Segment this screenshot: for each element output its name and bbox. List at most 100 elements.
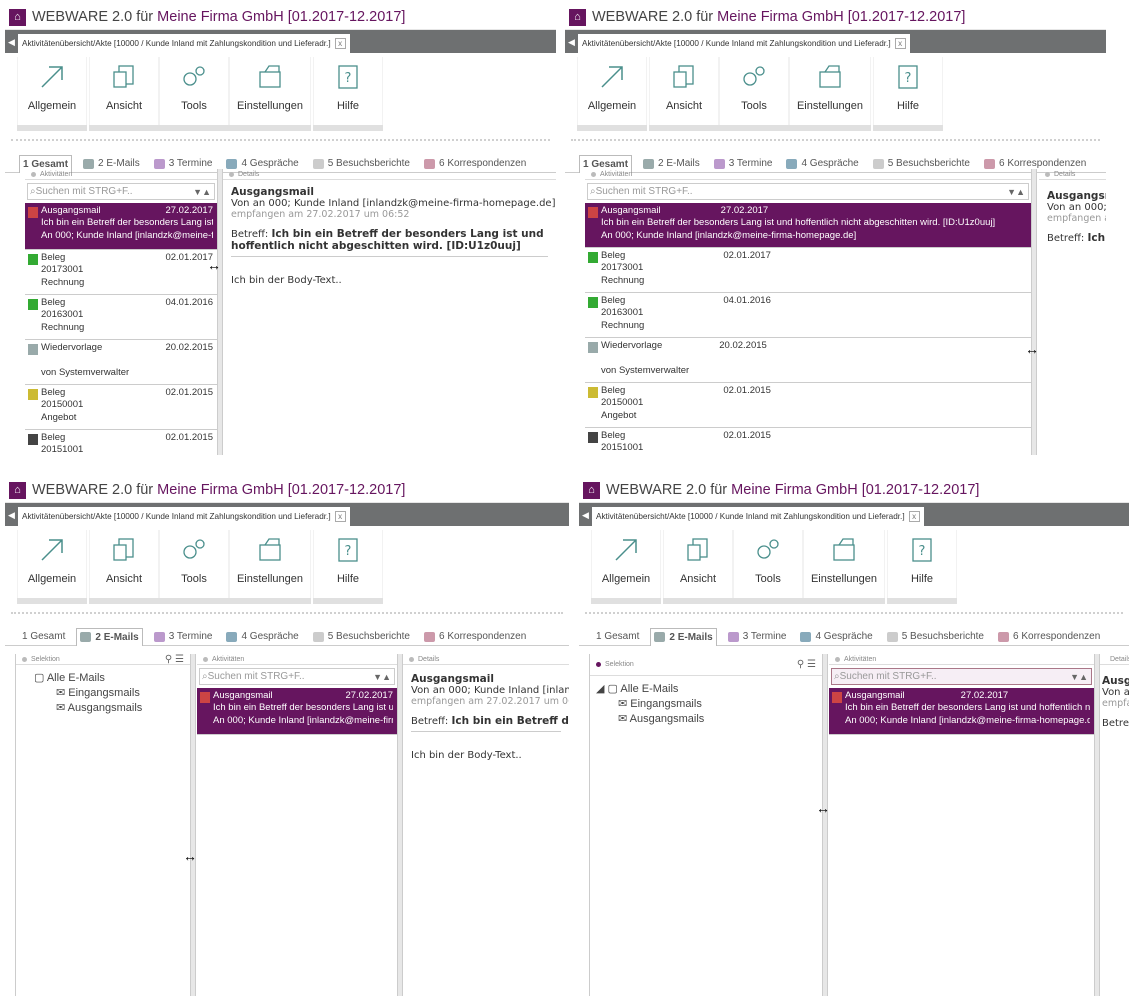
tab-besuchsberichte[interactable]: 5 Besuchsberichte [310,628,413,646]
splitter[interactable] [1031,169,1037,455]
close-icon[interactable]: x [334,38,346,49]
tab-korrespondenzen[interactable]: 6 Korrespondenzen [421,628,529,646]
tree-item-outbox[interactable]: ✉ Ausgangsmails [596,712,822,727]
window-title: WEBWARE 2.0 für Meine Firma GmbH [01.201… [32,9,406,25]
list-item[interactable]: Beleg 02.01.2015 20150001 Angebot [25,385,217,430]
ansicht-button[interactable]: Ansicht [664,530,732,598]
tools-button[interactable]: Tools [720,57,788,125]
calendar-icon [153,631,165,642]
allgemein-button[interactable]: Allgemein [18,57,86,125]
tools-label: Tools [741,100,767,112]
mail-tree: ◢ ▢ Alle E-Mails ✉ Eingangsmails ✉ Ausga… [590,676,822,727]
tab-termine[interactable]: 3 Termine [725,628,790,646]
tab-gesamt[interactable]: 1 Gesamt [19,628,68,646]
search-input[interactable]: ⌕ Suchen mit STRG+F.. ▼▲ [587,183,1029,200]
allgemein-button[interactable]: Allgemein [18,530,86,598]
hilfe-button[interactable]: ? Hilfe [314,530,382,598]
home-icon[interactable]: ⌂ [569,8,586,26]
tab-emails[interactable]: 2 E-Mails [76,627,143,646]
einstellungen-button[interactable]: Einstellungen [804,530,884,598]
list-item[interactable]: Ausgangsmail 27.02.2017 Ich bin ein Betre… [585,203,1031,248]
handshake-icon [226,158,238,169]
einstellungen-button[interactable]: Einstellungen [230,57,310,125]
tools-button[interactable]: Tools [160,57,228,125]
filter-tabs: 1 Gesamt 2 E-Mails 3 Termine 4 Gespräche… [579,627,1129,646]
allgemein-button[interactable]: Allgemein [592,530,660,598]
tab-emails[interactable]: 2 E-Mails [650,627,717,646]
document-tab[interactable]: Aktivitätenübersicht/Akte [10000 / Kunde… [578,34,910,53]
list-item[interactable]: Ausgangsmail 27.02.2017 Ich bin ein Betre… [25,203,217,250]
ansicht-button[interactable]: Ansicht [90,57,158,125]
email-icon [643,158,655,169]
list-item[interactable]: Beleg 02.01.2015 20151001 [25,430,217,455]
document-tab[interactable]: Aktivitätenübersicht/Akte [10000 / Kunde… [592,507,924,526]
einstellungen-button[interactable]: Einstellungen [790,57,870,125]
tab-korrespondenzen[interactable]: 6 Korrespondenzen [995,628,1103,646]
tree-item-outbox[interactable]: ✉ Ausgangsmails [34,701,190,716]
tools-button[interactable]: Tools [160,530,228,598]
detail-from: Von an 000; Kunde Inland [inlandzk@meine… [1047,202,1106,213]
arrow-up-right-icon [601,66,623,88]
tab-scroll-left-icon[interactable]: ◀ [8,505,18,526]
ansicht-label: Ansicht [679,573,717,585]
selection-tools-icon[interactable]: ⚲ ☰ [797,659,816,670]
allgemein-button[interactable]: Allgemein [578,57,646,125]
list-item[interactable]: Ausgangsmail 27.02.2017 Ich bin ein Betre… [197,688,397,735]
hilfe-label: Hilfe [896,100,919,112]
list-item[interactable]: Beleg 02.01.2017 20173001 Rechnung [585,248,1031,293]
tab-scroll-left-icon[interactable]: ◀ [568,32,578,53]
document-tab[interactable]: Aktivitätenübersicht/Akte [10000 / Kunde… [18,34,350,53]
tree-item-inbox[interactable]: ✉ Eingangsmails [596,697,822,712]
filter-tabs: 1 Gesamt 2 E-Mails 3 Termine 4 Gespräche… [5,627,569,646]
gears-icon [183,539,205,559]
hilfe-button[interactable]: ? Hilfe [874,57,942,125]
tree-item-inbox[interactable]: ✉ Eingangsmails [34,686,190,701]
list-item[interactable]: Beleg 02.01.2017 20173001 Rechnung [25,250,217,295]
hilfe-button[interactable]: ? Hilfe [314,57,382,125]
home-icon[interactable]: ⌂ [9,8,26,26]
home-icon[interactable]: ⌂ [583,481,600,499]
tab-termine[interactable]: 3 Termine [151,628,216,646]
list-item[interactable]: Wiedervorlage 20.02.2015 von Systemverwal… [25,340,217,385]
tab-scroll-left-icon[interactable]: ◀ [8,32,18,53]
search-input[interactable]: ⌕ Suchen mit STRG+F.. ▼▲ [27,183,215,200]
home-icon[interactable]: ⌂ [9,481,26,499]
letters-icon [998,631,1009,642]
list-item[interactable]: Beleg 04.01.2016 20163001 Rechnung [25,295,217,340]
tree-item-all[interactable]: ▢ Alle E-Mails [34,671,190,686]
splitter[interactable] [190,654,196,996]
document-tab[interactable]: Aktivitätenübersicht/Akte [10000 / Kunde… [18,507,350,526]
list-item[interactable]: Wiedervorlage 20.02.2015 von Systemverwalt… [585,338,1031,383]
svg-text:?: ? [919,544,926,559]
tab-gesamt[interactable]: 1 Gesamt [593,628,642,646]
tab-gespraeche[interactable]: 4 Gespräche [223,628,301,646]
tab-gespraeche[interactable]: 4 Gespräche [797,628,875,646]
allgemein-label: Allgemein [27,573,77,585]
tools-button[interactable]: Tools [734,530,802,598]
sort-icon[interactable]: ▼▲ [193,187,214,197]
tab-besuchsberichte[interactable]: 5 Besuchsberichte [884,628,987,646]
ansicht-button[interactable]: Ansicht [650,57,718,125]
list-item[interactable]: Beleg 02.01.2015 20150001 Angebot [585,383,1031,428]
list-item[interactable]: Ausgangsmail 27.02.2017 Ich bin ein Betre… [829,688,1094,735]
search-input[interactable]: ⌕ Suchen mit STRG+F.. ▼▲ [199,668,395,685]
email-icon [83,158,95,169]
close-icon[interactable]: x [334,511,346,522]
close-icon[interactable]: x [894,38,906,49]
splitter[interactable] [822,654,828,996]
tab-scroll-left-icon[interactable]: ◀ [582,505,592,526]
detail-subject: Ausgangsmail [1047,190,1106,202]
list-item[interactable]: Beleg 02.01.2015 20151001 [585,428,1031,455]
sort-icon[interactable]: ▼▲ [1007,187,1028,197]
sort-icon[interactable]: ▼▲ [1070,672,1091,682]
list-item[interactable]: Beleg 04.01.2016 20163001 Rechnung [585,293,1031,338]
gears-icon [743,66,765,86]
ansicht-button[interactable]: Ansicht [90,530,158,598]
tree-item-all[interactable]: ◢ ▢ Alle E-Mails [596,682,822,697]
selection-tools-icon[interactable]: ⚲ ☰ [165,654,184,665]
hilfe-button[interactable]: ? Hilfe [888,530,956,598]
sort-icon[interactable]: ▼▲ [373,672,394,682]
search-input[interactable]: ⌕ Suchen mit STRG+F.. ▼▲ [831,668,1092,685]
close-icon[interactable]: x [908,511,920,522]
einstellungen-button[interactable]: Einstellungen [230,530,310,598]
